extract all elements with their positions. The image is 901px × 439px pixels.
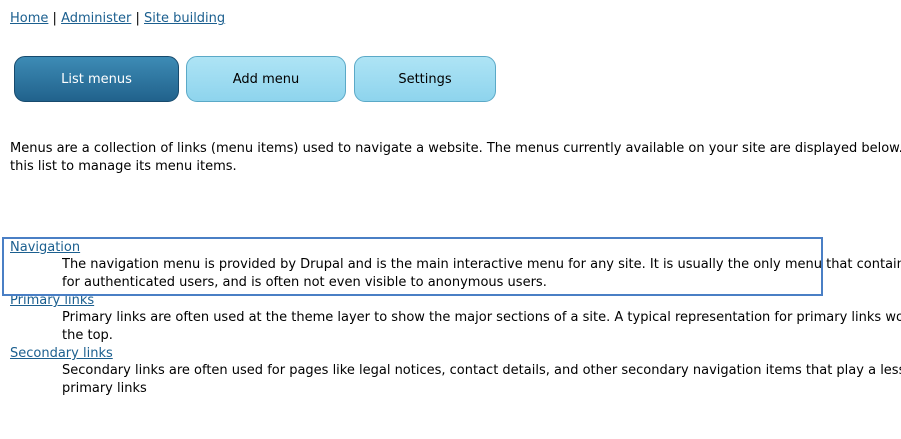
list-item: Navigation The navigation menu is provid…: [10, 239, 901, 292]
list-item: Primary links Primary links are often us…: [10, 292, 901, 345]
breadcrumb-separator: |: [52, 11, 57, 26]
menu-description: Primary links are often used at the them…: [62, 310, 901, 325]
breadcrumb-link-administer[interactable]: Administer: [61, 11, 131, 26]
menu-description: primary links: [62, 381, 147, 396]
breadcrumb-separator: |: [135, 11, 140, 26]
tab-list-menus[interactable]: List menus: [14, 56, 179, 102]
breadcrumb-link-site-building[interactable]: Site building: [144, 11, 225, 26]
tab-label: List menus: [61, 71, 132, 87]
intro-line: Menus are a collection of links (menu it…: [10, 141, 901, 156]
menu-description: the top.: [62, 328, 113, 343]
breadcrumb-link-home[interactable]: Home: [10, 11, 48, 26]
menu-description: Secondary links are often used for pages…: [62, 363, 901, 378]
tab-label: Settings: [398, 71, 452, 87]
menu-link-primary-links[interactable]: Primary links: [10, 292, 901, 309]
intro-line: this list to manage its menu items.: [10, 159, 237, 174]
tab-settings[interactable]: Settings: [354, 56, 496, 102]
menu-list: Navigation The navigation menu is provid…: [10, 239, 901, 398]
menu-description: The navigation menu is provided by Drupa…: [62, 257, 901, 272]
tab-label: Add menu: [232, 71, 300, 87]
intro-text: Menus are a collection of links (menu it…: [10, 140, 901, 176]
list-item: Secondary links Secondary links are ofte…: [10, 345, 901, 398]
menu-description: for authenticated users, and is often no…: [62, 275, 547, 290]
menu-link-secondary-links[interactable]: Secondary links: [10, 345, 901, 362]
menu-link-navigation[interactable]: Navigation: [10, 239, 901, 256]
breadcrumb: Home | Administer | Site building: [10, 10, 225, 28]
tab-add-menu[interactable]: Add menu: [186, 56, 346, 102]
